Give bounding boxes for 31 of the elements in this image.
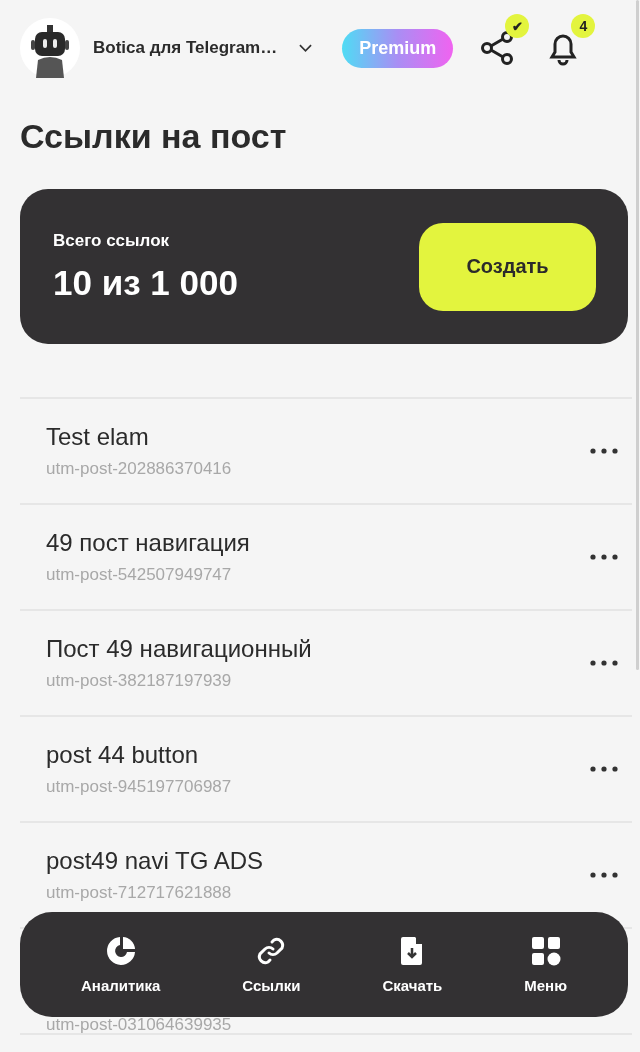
page-title: Ссылки на пост bbox=[20, 116, 288, 157]
more-icon[interactable] bbox=[590, 448, 618, 454]
more-icon[interactable] bbox=[590, 872, 618, 878]
more-icon[interactable] bbox=[590, 766, 618, 772]
notification-badge: 4 bbox=[571, 14, 596, 38]
more-icon[interactable] bbox=[590, 554, 618, 560]
nav-tab[interactable]: Ссылки bbox=[236, 934, 307, 995]
link-slug: utm-post-712717621888 bbox=[46, 883, 233, 903]
link-slug: utm-post-382187197939 bbox=[46, 671, 233, 691]
total-links-label: Всего ссылок bbox=[53, 230, 171, 251]
nav-tab[interactable]: Меню bbox=[518, 934, 573, 995]
link-slug: utm-post-202886370416 bbox=[46, 459, 232, 479]
pie-chart-icon bbox=[104, 935, 137, 967]
chevron-down-icon[interactable] bbox=[299, 44, 313, 52]
nav-tab[interactable]: Аналитика bbox=[75, 934, 167, 995]
link-title[interactable]: 49 пост навигация bbox=[46, 529, 250, 557]
bot-name[interactable]: Botica для Telegram… bbox=[93, 38, 278, 58]
more-icon[interactable] bbox=[590, 660, 618, 666]
link-slug: utm-post-542507949747 bbox=[46, 565, 233, 585]
link-slug: utm-post-945197706987 bbox=[46, 777, 232, 797]
link-title[interactable]: Test elam bbox=[46, 423, 232, 451]
link-title[interactable]: Пост 49 навигационный bbox=[46, 635, 312, 663]
total-links-value: 10 из 1 000 bbox=[53, 262, 238, 303]
check-badge: ✔ bbox=[505, 14, 530, 38]
link-title[interactable]: post49 navi TG ADS bbox=[46, 847, 263, 875]
nav-tab[interactable]: Скачать bbox=[376, 934, 449, 995]
link-title[interactable]: post 44 button bbox=[46, 741, 232, 769]
link-slug: utm-post-031064639935 bbox=[46, 1015, 232, 1035]
share-icon[interactable] bbox=[479, 30, 516, 66]
grid-menu-icon bbox=[529, 935, 562, 967]
create-button[interactable]: Создать bbox=[419, 222, 596, 311]
